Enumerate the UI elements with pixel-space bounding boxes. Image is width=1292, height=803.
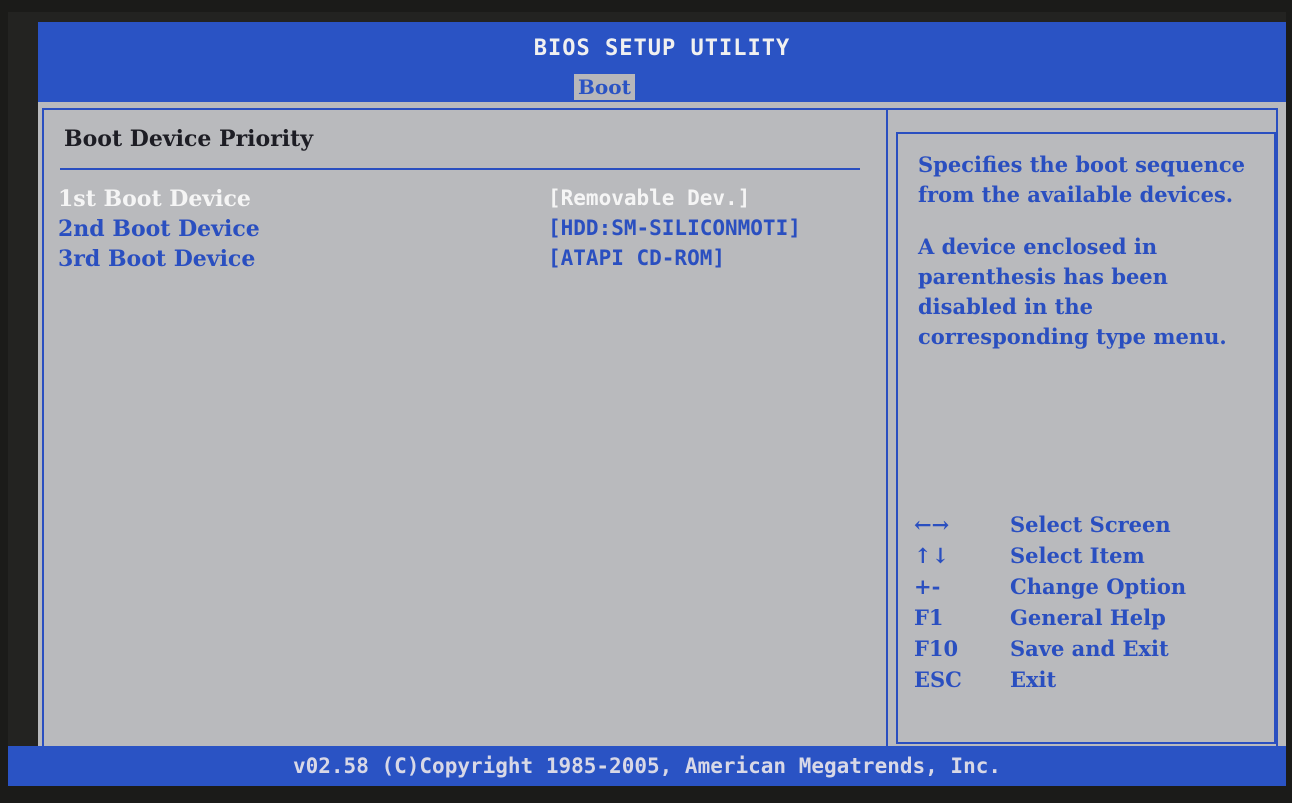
key-action: Select Item	[1010, 543, 1145, 568]
key-row: +- Change Option	[914, 574, 1264, 605]
key-legend: ←→ Select Screen ↑↓ Select Item +- Chang…	[914, 512, 1264, 698]
key-action: General Help	[1010, 605, 1166, 630]
boot-device-value[interactable]: [ATAPI CD-ROM]	[548, 246, 725, 270]
key-action: Save and Exit	[1010, 636, 1169, 661]
section-title: Boot Device Priority	[64, 126, 314, 152]
key-row: ←→ Select Screen	[914, 512, 1264, 543]
key-row: ↑↓ Select Item	[914, 543, 1264, 574]
boot-device-label: 2nd Boot Device	[58, 216, 260, 242]
boot-device-1st[interactable]: 1st Boot Device [Removable Dev.]	[58, 186, 858, 216]
key-name: F1	[914, 605, 944, 630]
section-divider	[60, 168, 860, 170]
footer-bar: v02.58 (C)Copyright 1985-2005, American …	[8, 746, 1286, 786]
boot-device-label: 3rd Boot Device	[58, 246, 256, 272]
boot-device-value[interactable]: [HDD:SM-SILICONMOTI]	[548, 216, 801, 240]
bios-title: BIOS SETUP UTILITY	[533, 36, 791, 61]
tab-strip: Boot	[38, 74, 1286, 102]
boot-device-2nd[interactable]: 2nd Boot Device [HDD:SM-SILICONMOTI]	[58, 216, 858, 246]
key-name: ESC	[914, 667, 962, 692]
panel-divider	[886, 108, 888, 748]
key-name: F10	[914, 636, 959, 661]
boot-device-label: 1st Boot Device	[58, 186, 251, 212]
plus-minus-icon: +-	[914, 574, 941, 599]
arrow-left-right-icon: ←→	[914, 512, 950, 537]
screen-bezel	[8, 786, 1286, 797]
key-row: ESC Exit	[914, 667, 1264, 698]
help-paragraph: A device enclosed in parenthesis has bee…	[918, 234, 1227, 349]
key-action: Select Screen	[1010, 512, 1171, 537]
key-row: F1 General Help	[914, 605, 1264, 636]
main-panel: Boot Device Priority 1st Boot Device [Re…	[38, 102, 1286, 752]
tab-boot[interactable]: Boot	[574, 74, 635, 100]
help-paragraph: Specifies the boot sequence from the ava…	[918, 152, 1245, 207]
bios-screen: BIOS SETUP UTILITY Boot Boot Device Prio…	[8, 12, 1286, 797]
key-action: Change Option	[1010, 574, 1187, 599]
arrow-up-down-icon: ↑↓	[914, 543, 950, 568]
title-bar: BIOS SETUP UTILITY	[38, 22, 1286, 74]
key-row: F10 Save and Exit	[914, 636, 1264, 667]
boot-device-value[interactable]: [Removable Dev.]	[548, 186, 750, 210]
help-text: Specifies the boot sequence from the ava…	[918, 150, 1268, 374]
copyright-text: v02.58 (C)Copyright 1985-2005, American …	[292, 754, 1001, 778]
key-action: Exit	[1010, 667, 1057, 692]
boot-device-3rd[interactable]: 3rd Boot Device [ATAPI CD-ROM]	[58, 246, 858, 276]
